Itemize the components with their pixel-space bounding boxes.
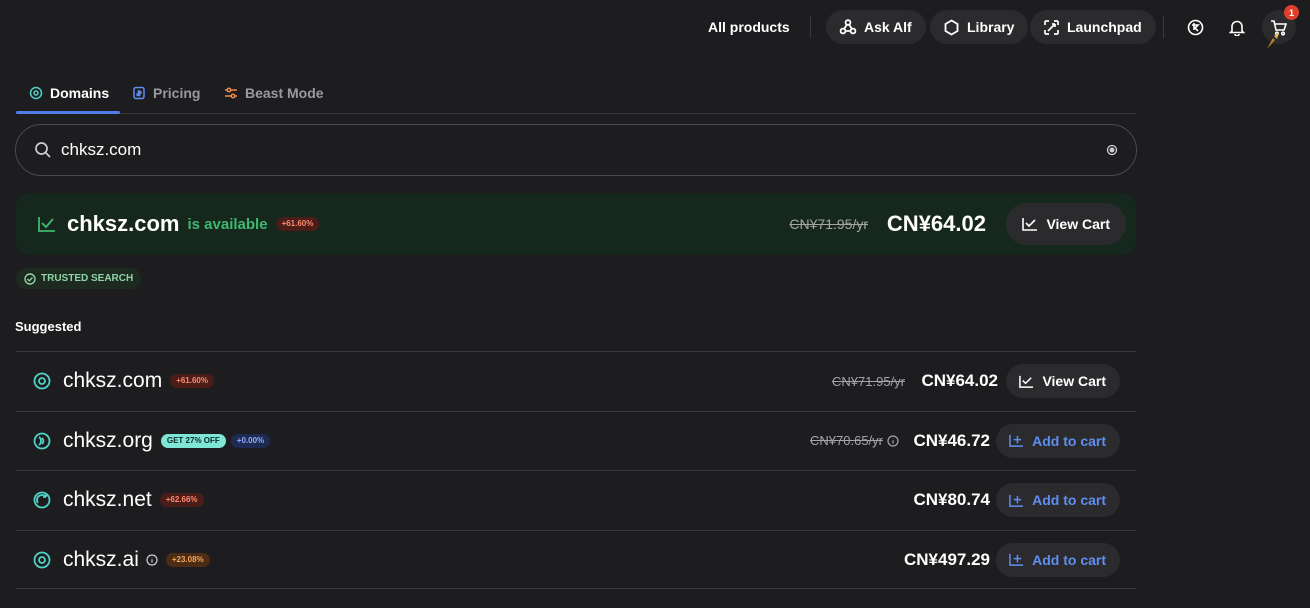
info-icon[interactable]: [146, 553, 158, 566]
original-price: CN¥71.95/yr: [789, 216, 868, 232]
domain-icon: [33, 491, 51, 509]
view-cart-label: View Cart: [1046, 216, 1110, 232]
domain-icon: [33, 432, 51, 450]
view-cart-button[interactable]: View Cart: [1006, 364, 1120, 399]
domain-icon: [33, 372, 51, 390]
button-label: Add to cart: [1032, 492, 1106, 509]
tab-pricing-label: Pricing: [153, 84, 201, 101]
active-tab-indicator: [16, 111, 120, 114]
notifications-button[interactable]: [1220, 10, 1254, 44]
sale-price: CN¥64.02: [886, 211, 986, 236]
view-cart-button[interactable]: View Cart: [1006, 203, 1126, 245]
all-products-link[interactable]: All products: [708, 10, 790, 44]
launchpad-icon: [1043, 19, 1060, 36]
list-item[interactable]: chksz.ai +23.08% CN¥497.29 Add to cart: [16, 529, 1136, 590]
original-price-group: CN¥70.65/yr: [810, 433, 899, 448]
exact-match-result: chksz.com is available +61.60% CN¥71.95/…: [16, 193, 1136, 255]
list-item[interactable]: chksz.com +61.60% CN¥71.95/yr CN¥64.02 V…: [16, 351, 1136, 411]
info-icon[interactable]: [887, 435, 899, 447]
domain-search-bar: [15, 124, 1137, 176]
top-navigation: All products Ask Alf Library Launchpad 1: [0, 5, 1310, 49]
price-change-badge: +0.00%: [230, 433, 271, 448]
clear-search-icon[interactable]: [1106, 144, 1118, 156]
cart-check-icon: [1019, 374, 1034, 389]
exact-match-domain: chksz.com: [67, 211, 180, 236]
price-change-badge: +23.08%: [165, 552, 210, 567]
avatar: [1264, 32, 1282, 50]
divider: [810, 16, 811, 38]
price: CN¥497.29: [903, 549, 990, 569]
original-price: CN¥71.95/yr: [832, 373, 905, 389]
library-label: Library: [967, 19, 1015, 35]
add-to-cart-button[interactable]: Add to cart: [996, 483, 1120, 518]
tab-domains[interactable]: Domains: [29, 72, 109, 113]
ask-alf-label: Ask Alf: [864, 19, 912, 35]
cart-count-badge: 1: [1284, 5, 1299, 20]
domain-icon: [33, 551, 51, 569]
search-icon: [34, 141, 52, 159]
tab-pricing[interactable]: Pricing: [132, 72, 200, 113]
ask-alf-icon: [839, 18, 857, 36]
ask-alf-button[interactable]: Ask Alf: [826, 10, 926, 44]
bell-icon: [1229, 19, 1245, 36]
button-label: Add to cart: [1032, 551, 1106, 568]
trusted-search-badge: TRUSTED SEARCH: [16, 268, 142, 289]
button-label: Add to cart: [1032, 432, 1106, 449]
price-change-badge: +62.66%: [159, 493, 204, 508]
tab-beast-mode[interactable]: Beast Mode: [224, 72, 324, 113]
trusted-search-label: TRUSTED SEARCH: [41, 273, 134, 284]
library-button[interactable]: Library: [930, 10, 1029, 44]
cart-add-icon: [1009, 493, 1024, 508]
cart-button[interactable]: 1: [1262, 5, 1299, 49]
price-change-badge: +61.60%: [170, 374, 214, 389]
domain-name: chksz.com: [63, 369, 163, 393]
price: CN¥46.72: [913, 430, 990, 450]
hexagon-icon: [943, 18, 960, 36]
price-change-badge: +61.60%: [275, 217, 320, 231]
tab-domains-label: Domains: [50, 84, 110, 101]
search-mode-tabs: Domains Pricing Beast Mode: [16, 72, 1136, 114]
button-label: View Cart: [1042, 373, 1106, 390]
domain-name: chksz.ai: [63, 547, 139, 571]
domain-name: chksz.org: [63, 428, 153, 452]
price-tag-icon: [132, 86, 146, 100]
divider: [1163, 16, 1164, 38]
search-input[interactable]: [61, 140, 1106, 160]
promo-badge: GET 27% OFF: [160, 433, 226, 448]
list-item[interactable]: chksz.org GET 27% OFF +0.00% CN¥70.65/yr…: [16, 410, 1136, 471]
price: CN¥64.02: [921, 371, 998, 391]
add-to-cart-button[interactable]: Add to cart: [996, 423, 1120, 458]
availability-status: is available: [187, 215, 268, 233]
launchpad-button[interactable]: Launchpad: [1030, 10, 1156, 44]
original-price: CN¥70.65/yr: [810, 433, 883, 449]
sliders-icon: [224, 86, 238, 100]
check-circle-icon: [24, 272, 36, 285]
suggestions-list: chksz.com +61.60% CN¥71.95/yr CN¥64.02 V…: [16, 351, 1136, 590]
price: CN¥80.74: [913, 490, 990, 510]
suggested-heading: Suggested: [15, 319, 82, 334]
target-icon: [29, 86, 43, 100]
launchpad-label: Launchpad: [1067, 19, 1142, 35]
add-to-cart-button[interactable]: Add to cart: [996, 542, 1120, 577]
cart-add-icon: [1009, 433, 1024, 448]
tab-beast-mode-label: Beast Mode: [245, 84, 324, 101]
cart-add-icon: [1009, 552, 1024, 567]
list-item[interactable]: chksz.net +62.66% CN¥80.74 Add to cart: [16, 470, 1136, 530]
region-flag-button[interactable]: [1178, 10, 1212, 44]
cart-check-icon: [1022, 216, 1038, 232]
flag-icon: [1187, 19, 1204, 36]
available-check-icon: [38, 215, 56, 233]
domain-name: chksz.net: [63, 488, 152, 512]
